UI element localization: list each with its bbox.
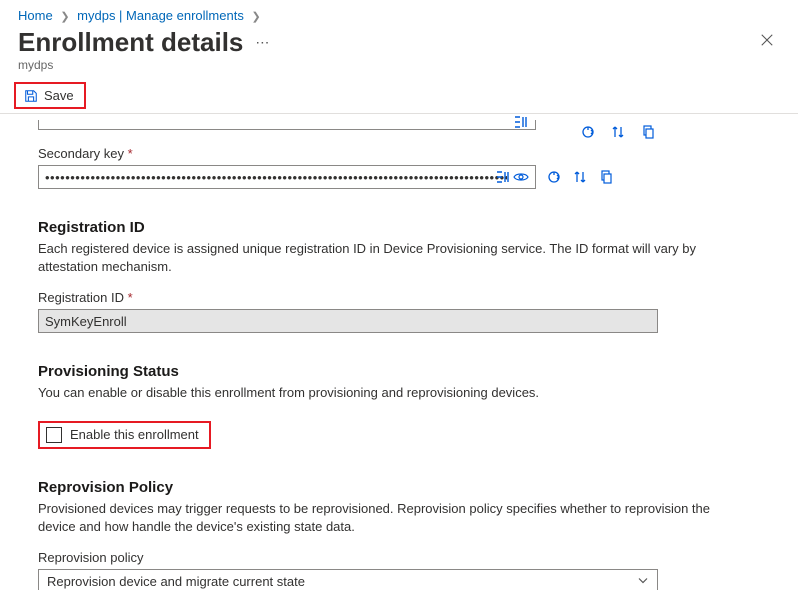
enable-enrollment-label: Enable this enrollment bbox=[70, 427, 199, 442]
page-subtitle: mydps bbox=[0, 58, 798, 78]
reprovision-policy-field-label: Reprovision policy bbox=[38, 550, 776, 565]
checkbox-icon bbox=[46, 427, 62, 443]
close-icon bbox=[760, 33, 774, 47]
page-title: Enrollment details bbox=[18, 27, 243, 58]
reprovision-policy-select[interactable]: Reprovision device and migrate current s… bbox=[38, 569, 658, 590]
breadcrumb-home[interactable]: Home bbox=[18, 8, 53, 23]
save-icon bbox=[24, 89, 38, 103]
enable-enrollment-checkbox[interactable]: Enable this enrollment bbox=[38, 421, 211, 449]
more-icon[interactable]: ⋯ bbox=[255, 34, 271, 51]
copy-icon[interactable] bbox=[598, 169, 614, 185]
provisioning-status-heading: Provisioning Status bbox=[38, 363, 776, 380]
chevron-down-icon bbox=[637, 574, 649, 589]
save-button[interactable]: Save bbox=[14, 82, 86, 109]
secondary-key-label: Secondary key * bbox=[38, 146, 776, 161]
copy-icon[interactable] bbox=[640, 124, 656, 140]
save-label: Save bbox=[44, 88, 74, 103]
close-button[interactable] bbox=[754, 27, 780, 58]
registration-id-input[interactable]: SymKeyEnroll bbox=[38, 309, 658, 333]
swap-icon[interactable] bbox=[572, 169, 588, 185]
regenerate-icon[interactable] bbox=[546, 169, 562, 185]
multiline-icon[interactable] bbox=[513, 114, 529, 130]
reprovision-policy-desc: Provisioned devices may trigger requests… bbox=[38, 500, 718, 536]
primary-key-input-truncated[interactable] bbox=[38, 120, 536, 130]
registration-id-heading: Registration ID bbox=[38, 219, 776, 236]
registration-id-field-label: Registration ID * bbox=[38, 290, 776, 305]
chevron-right-icon: ❯ bbox=[60, 11, 69, 23]
toolbar: Save bbox=[0, 78, 798, 114]
title-row: Enrollment details ⋯ bbox=[0, 23, 798, 58]
reprovision-policy-heading: Reprovision Policy bbox=[38, 479, 776, 496]
eye-icon[interactable] bbox=[513, 169, 529, 185]
breadcrumb-manage-enrollments[interactable]: mydps | Manage enrollments bbox=[77, 8, 244, 23]
provisioning-status-desc: You can enable or disable this enrollmen… bbox=[38, 384, 718, 402]
form-scroll-area[interactable]: Secondary key * ••••••••••••••••••••••••… bbox=[0, 114, 798, 590]
secondary-key-input[interactable]: ••••••••••••••••••••••••••••••••••••••••… bbox=[38, 165, 536, 189]
breadcrumb: Home ❯ mydps | Manage enrollments ❯ bbox=[0, 0, 798, 23]
chevron-right-icon: ❯ bbox=[251, 11, 260, 23]
regenerate-icon[interactable] bbox=[580, 124, 596, 140]
multiline-icon[interactable] bbox=[495, 169, 511, 185]
swap-icon[interactable] bbox=[610, 124, 626, 140]
registration-id-desc: Each registered device is assigned uniqu… bbox=[38, 240, 718, 276]
